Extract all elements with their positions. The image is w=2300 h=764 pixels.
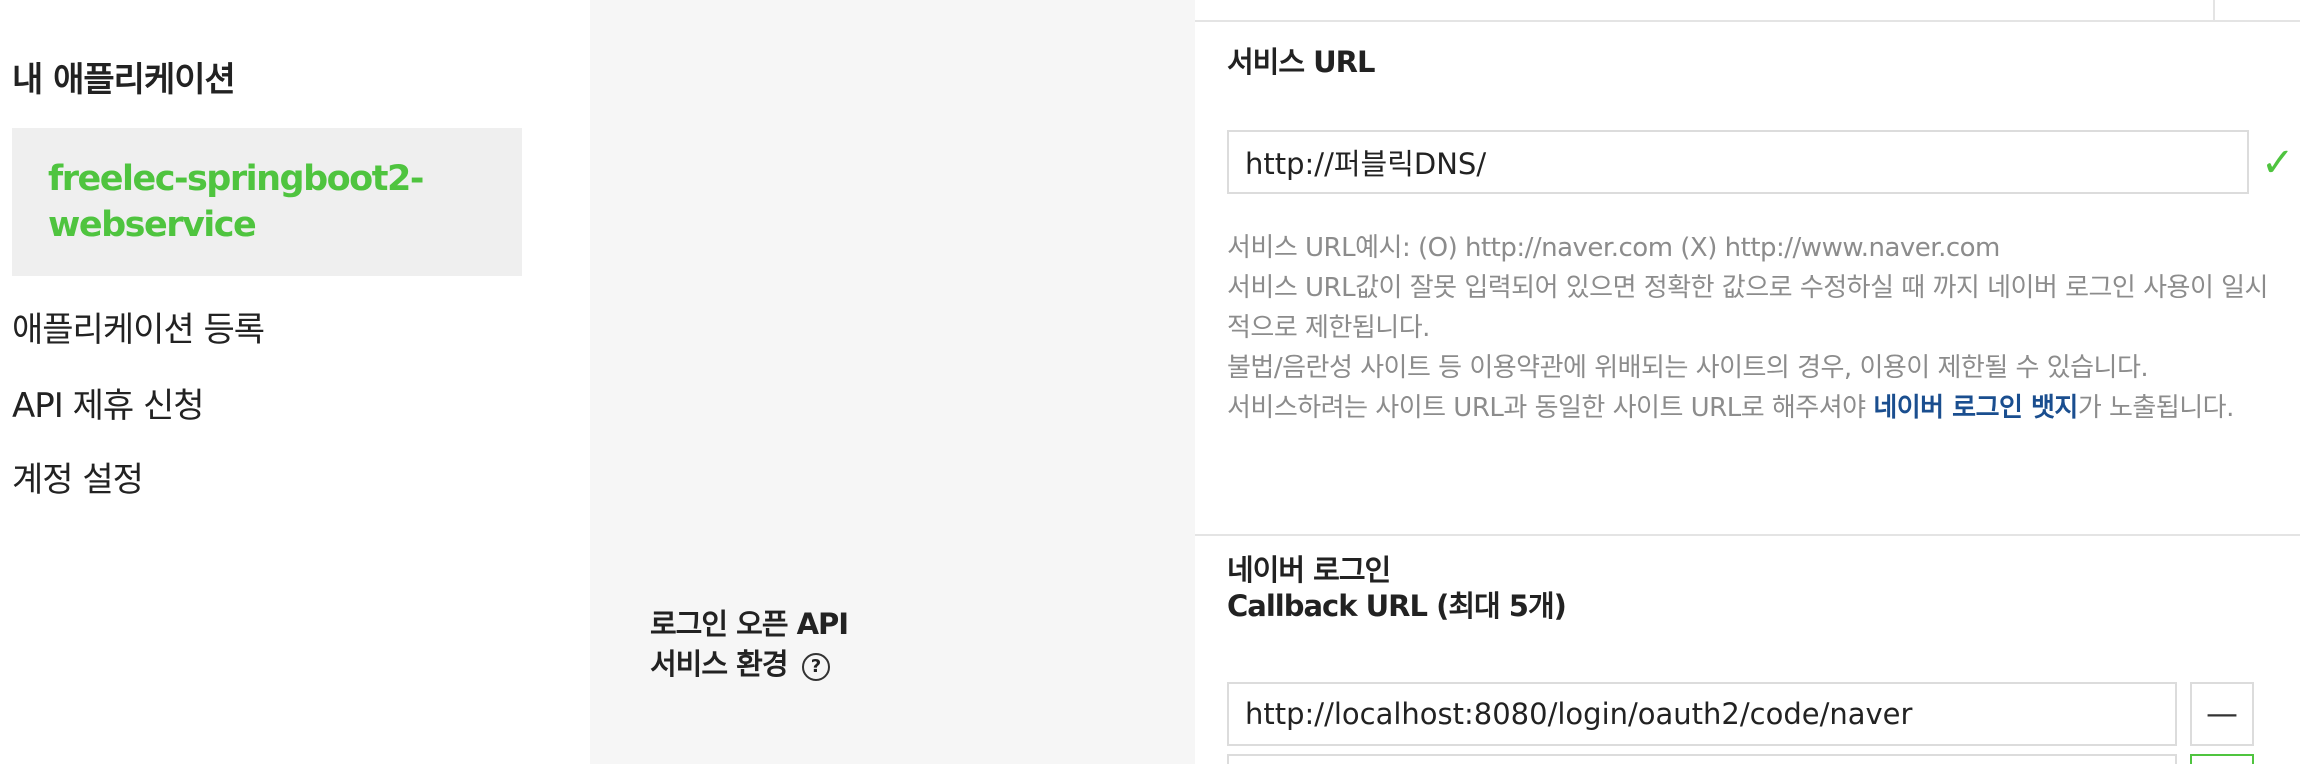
callback-title-line2: Callback URL (최대 5개) — [1227, 589, 1567, 623]
service-url-input[interactable] — [1227, 130, 2249, 194]
desc-badge-post: 가 노출됩니다. — [2077, 393, 2235, 423]
form-panel: 서비스 URL ✓ 서비스 URL예시: (O) http://naver.co… — [1195, 0, 2300, 764]
desc-example: 서비스 URL예시: (O) http://naver.com (X) http… — [1227, 233, 2000, 263]
callback-url-input-2[interactable] — [1227, 754, 2177, 764]
section-label-line1: 로그인 오픈 API — [650, 607, 849, 641]
selected-app-name[interactable]: freelec-springboot2-webservice — [48, 156, 488, 248]
add-callback-button[interactable] — [2190, 754, 2254, 764]
naver-login-badge-link[interactable]: 네이버 로그인 뱃지 — [1873, 393, 2078, 423]
help-icon[interactable]: ? — [801, 653, 830, 681]
section-label-line2-wrap: 서비스 환경? — [650, 644, 848, 684]
callback-title-line1: 네이버 로그인 — [1227, 553, 1391, 587]
desc-restriction: 불법/음란성 사이트 등 이용약관에 위배되는 사이트의 경우, 이용이 제한될… — [1227, 353, 2149, 383]
desc-badge-pre: 서비스하려는 사이트 URL과 동일한 사이트 URL로 해주셔야 — [1227, 393, 1874, 423]
menu-register-app[interactable]: 애플리케이션 등록 — [12, 302, 265, 351]
menu-account-settings[interactable]: 계정 설정 — [12, 452, 144, 501]
callback-url-input-1[interactable] — [1227, 682, 2177, 746]
callback-url-title: 네이버 로그인 Callback URL (최대 5개) — [1227, 552, 1567, 624]
label-column: 로그인 오픈 API 서비스 환경? — [590, 0, 1135, 764]
service-url-title: 서비스 URL — [1227, 45, 1375, 79]
remove-callback-button[interactable]: — — [2190, 682, 2254, 746]
section-label-line2: 서비스 환경 — [650, 647, 788, 681]
check-icon: ✓ — [2261, 140, 2295, 186]
desc-warning: 서비스 URL값이 잘못 입력되어 있으면 정확한 값으로 수정하실 때 까지 … — [1227, 273, 2268, 343]
sidebar: 내 애플리케이션 freelec-springboot2-webservice … — [0, 0, 590, 764]
divider-top — [1195, 20, 2300, 22]
form-area: 서비스 URL ✓ 서비스 URL예시: (O) http://naver.co… — [1135, 0, 2300, 764]
selected-app-item[interactable]: freelec-springboot2-webservice — [12, 128, 522, 276]
divider-middle — [1195, 534, 2300, 536]
divider-top-cell — [2213, 0, 2215, 20]
desc-badge-note: 서비스하려는 사이트 URL과 동일한 사이트 URL로 해주셔야 네이버 로그… — [1227, 388, 2277, 428]
menu-api-partnership[interactable]: API 제휴 신청 — [12, 378, 205, 427]
section-label-login-api-env: 로그인 오픈 API 서비스 환경? — [650, 604, 849, 684]
sidebar-title: 내 애플리케이션 — [12, 60, 236, 100]
service-url-description: 서비스 URL예시: (O) http://naver.com (X) http… — [1227, 228, 2277, 428]
